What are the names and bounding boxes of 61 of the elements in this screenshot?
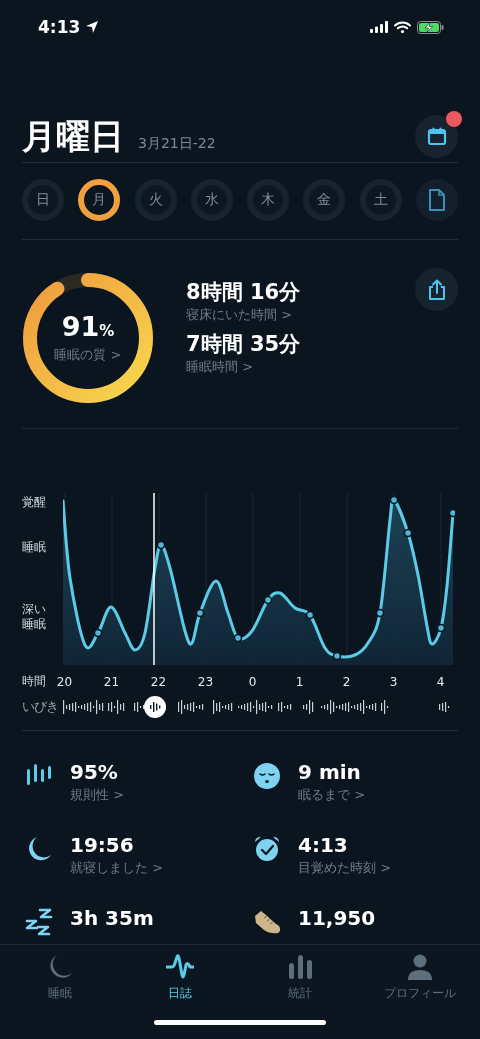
stat-link[interactable]: 就寝しました > xyxy=(70,858,164,878)
day-tab[interactable]: 土 xyxy=(359,179,402,221)
axis-label: 23 xyxy=(196,674,215,689)
stat-value: 9 min xyxy=(298,759,362,785)
signal-icon xyxy=(370,21,388,33)
sleeping-face-icon xyxy=(252,761,282,791)
nav-tab[interactable]: 統計 xyxy=(240,953,360,1002)
report-button[interactable] xyxy=(415,179,458,221)
axis-label: 覚醒 xyxy=(22,495,47,510)
day-tab[interactable]: 金 xyxy=(303,179,346,221)
nav-tab[interactable]: プロフィール xyxy=(360,953,480,1002)
date-range: 3月21日-22 xyxy=(138,135,216,153)
nav-tab[interactable]: 睡眠 xyxy=(0,953,120,1002)
axis-label: 4 xyxy=(435,674,446,689)
quality-link[interactable]: 睡眠の質 > xyxy=(54,346,122,364)
axis-label: 2 xyxy=(341,674,352,689)
duration-value: 7時間 35分 xyxy=(186,331,302,358)
document-icon xyxy=(427,189,446,211)
axis-label: 0 xyxy=(247,674,258,689)
location-arrow-icon xyxy=(85,20,100,34)
day-tab[interactable]: 水 xyxy=(190,179,233,221)
notification-dot xyxy=(446,110,462,127)
stat-value: 4:13 xyxy=(298,832,349,858)
bar-chart-icon xyxy=(286,953,314,981)
axis-label: 21 xyxy=(102,674,121,689)
nav-tab[interactable]: 日誌 xyxy=(120,953,240,1002)
person-icon xyxy=(406,953,434,981)
quality-score: 91% xyxy=(61,312,115,344)
share-icon xyxy=(426,278,447,301)
duration-link[interactable]: 睡眠時間 > xyxy=(186,358,415,376)
calendar-icon xyxy=(426,126,447,146)
stat-value: 19:56 xyxy=(70,832,135,858)
day-tab[interactable]: 日 xyxy=(22,179,64,221)
axis-label: 深い睡眠 xyxy=(22,602,47,632)
stat-value: 3h 35m xyxy=(70,905,154,931)
axis-label: 1 xyxy=(294,674,305,689)
duration-value: 8時間 16分 xyxy=(186,279,302,306)
slider-handle[interactable] xyxy=(144,696,166,718)
stat-value: 95% xyxy=(70,759,119,785)
axis-label: 22 xyxy=(149,674,168,689)
day-tab[interactable]: 月 xyxy=(78,179,121,221)
stat-link[interactable]: 目覚めた時刻 > xyxy=(298,858,392,878)
share-button[interactable] xyxy=(415,268,458,311)
stat-link[interactable]: 規則性 > xyxy=(70,785,125,805)
duration-link[interactable]: 寝床にいた時間 > xyxy=(186,306,415,324)
battery-charging-icon xyxy=(417,20,444,34)
axis-label: 睡眠 xyxy=(22,540,47,555)
day-tab[interactable]: 火 xyxy=(134,179,177,221)
clock-time: 4:13 xyxy=(38,17,81,37)
day-title: 月曜日 xyxy=(22,115,124,158)
zzz-icon xyxy=(24,907,54,937)
waveform-icon xyxy=(149,701,161,713)
axis-label: 3 xyxy=(388,674,399,689)
axis-label: 20 xyxy=(55,674,74,689)
alarm-clock-icon xyxy=(252,834,282,864)
wifi-icon xyxy=(394,21,411,33)
stat-value: 11,950 xyxy=(298,905,376,931)
wave-icon xyxy=(166,953,194,981)
day-tab[interactable]: 木 xyxy=(247,179,290,221)
snore-label: いびき xyxy=(22,699,59,715)
stat-link[interactable]: 眠るまで > xyxy=(298,785,366,805)
